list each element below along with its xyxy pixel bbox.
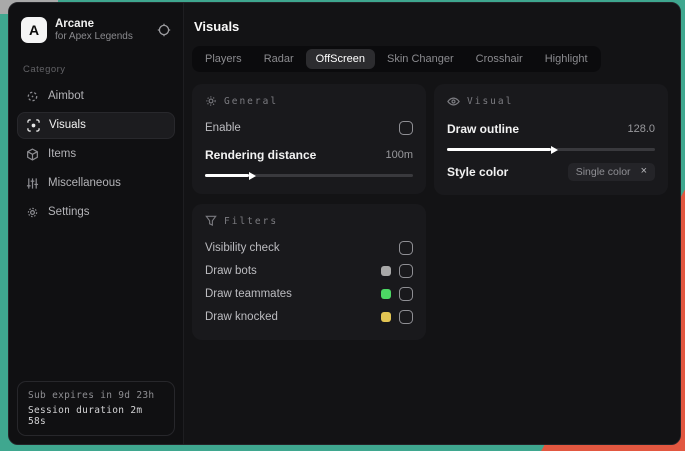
tab-offscreen[interactable]: OffScreen bbox=[305, 49, 375, 69]
draw-outline-slider[interactable] bbox=[447, 145, 655, 154]
brand-subtitle: for Apex Legends bbox=[55, 31, 133, 43]
sidebar: A Arcane for Apex Legends Category Aimbo… bbox=[9, 3, 184, 444]
tab-players[interactable]: Players bbox=[195, 49, 252, 69]
page-title: Visuals bbox=[194, 19, 240, 34]
rendering-distance-value: 100m bbox=[385, 148, 413, 161]
app-window: A Arcane for Apex Legends Category Aimbo… bbox=[8, 2, 681, 445]
draw-bots-color-swatch[interactable] bbox=[381, 265, 391, 276]
sidebar-item-label: Miscellaneous bbox=[48, 177, 121, 190]
tab-crosshair[interactable]: Crosshair bbox=[466, 49, 533, 69]
sidebar-item-aimbot[interactable]: Aimbot bbox=[17, 83, 175, 110]
sidebar-item-items[interactable]: Items bbox=[17, 141, 175, 168]
style-color-select[interactable]: Single color × bbox=[567, 162, 655, 181]
slider-thumb[interactable] bbox=[551, 145, 558, 154]
enable-row: Enable bbox=[205, 117, 413, 138]
draw-knocked-checkbox[interactable] bbox=[399, 309, 413, 324]
scan-eye-icon bbox=[27, 119, 40, 132]
gear-icon bbox=[26, 206, 39, 219]
desktop-background: A Arcane for Apex Legends Category Aimbo… bbox=[0, 0, 685, 451]
visual-panel-title: Visual bbox=[467, 96, 514, 107]
sidebar-item-visuals[interactable]: Visuals bbox=[17, 111, 175, 139]
rendering-distance-label: Rendering distance bbox=[205, 147, 317, 162]
sidebar-item-label: Visuals bbox=[49, 119, 86, 132]
left-column: General Enable Rendering distance 100m F… bbox=[192, 84, 426, 340]
brand-logo: A bbox=[21, 17, 47, 44]
filters-panel: Filters Visibility check Draw bots Draw … bbox=[192, 204, 426, 340]
rendering-distance-row: Rendering distance 100m bbox=[205, 144, 413, 165]
sidebar-nav: Aimbot Visuals Items Miscellaneous Setti… bbox=[17, 83, 175, 226]
clear-icon[interactable]: × bbox=[641, 166, 647, 177]
general-panel-title: General bbox=[224, 95, 279, 107]
enable-checkbox[interactable] bbox=[399, 120, 413, 135]
draw-teammates-color-swatch[interactable] bbox=[381, 288, 391, 299]
brand-text: Arcane for Apex Legends bbox=[55, 17, 149, 44]
slider-thumb[interactable] bbox=[248, 171, 256, 180]
brand-header: A Arcane for Apex Legends bbox=[17, 13, 175, 54]
rendering-distance-slider[interactable] bbox=[205, 171, 413, 180]
brand-name: Arcane bbox=[55, 18, 94, 30]
sidebar-item-label: Items bbox=[48, 148, 77, 161]
style-color-selected-value: Single color bbox=[575, 165, 631, 178]
crosshair-icon bbox=[26, 90, 39, 103]
visibility-check-checkbox[interactable] bbox=[399, 240, 413, 255]
draw-teammates-checkbox[interactable] bbox=[399, 286, 413, 301]
draw-knocked-row: Draw knocked bbox=[205, 306, 413, 327]
visual-panel-header: Visual bbox=[447, 95, 655, 108]
visuals-tabbar: Players Radar OffScreen Skin Changer Cro… bbox=[192, 46, 601, 72]
draw-teammates-label: Draw teammates bbox=[205, 287, 292, 300]
style-color-label: Style color bbox=[447, 164, 509, 179]
tab-skin-changer[interactable]: Skin Changer bbox=[377, 49, 464, 69]
eye-icon bbox=[447, 95, 460, 108]
draw-outline-value: 128.0 bbox=[627, 122, 655, 135]
sidebar-item-label: Settings bbox=[48, 206, 90, 219]
subscription-info-box: Sub expires in 9d 23h Session duration 2… bbox=[17, 381, 175, 436]
funnel-icon bbox=[205, 215, 217, 227]
main-content: Visuals Players Radar OffScreen Skin Cha… bbox=[184, 3, 680, 444]
draw-outline-row: Draw outline 128.0 bbox=[447, 118, 655, 139]
tab-highlight[interactable]: Highlight bbox=[535, 49, 598, 69]
panels-grid: General Enable Rendering distance 100m F… bbox=[192, 84, 668, 340]
draw-knocked-color-swatch[interactable] bbox=[381, 311, 391, 322]
filters-panel-title: Filters bbox=[224, 215, 279, 227]
cube-icon bbox=[26, 148, 39, 161]
sun-gear-icon bbox=[205, 95, 217, 107]
draw-knocked-label: Draw knocked bbox=[205, 310, 278, 323]
visibility-check-row: Visibility check bbox=[205, 237, 413, 258]
style-color-row: Style color Single color × bbox=[447, 161, 655, 182]
filters-panel-header: Filters bbox=[205, 215, 413, 227]
sub-expiry-text: Sub expires in 9d 23h bbox=[28, 390, 155, 401]
slider-fill bbox=[205, 171, 256, 180]
sidebar-item-settings[interactable]: Settings bbox=[17, 199, 175, 226]
tab-radar[interactable]: Radar bbox=[254, 49, 304, 69]
slider-fill bbox=[447, 145, 558, 154]
draw-bots-checkbox[interactable] bbox=[399, 263, 413, 278]
draw-bots-label: Draw bots bbox=[205, 264, 257, 277]
visual-panel: Visual Draw outline 128.0 Style color Si… bbox=[434, 84, 668, 195]
target-icon[interactable] bbox=[157, 23, 171, 37]
general-panel-header: General bbox=[205, 95, 413, 107]
draw-bots-row: Draw bots bbox=[205, 260, 413, 281]
right-column: Visual Draw outline 128.0 Style color Si… bbox=[434, 84, 668, 195]
sliders-icon bbox=[26, 177, 39, 190]
enable-label: Enable bbox=[205, 121, 241, 134]
sidebar-item-label: Aimbot bbox=[48, 90, 84, 103]
visibility-check-label: Visibility check bbox=[205, 241, 280, 254]
draw-teammates-row: Draw teammates bbox=[205, 283, 413, 304]
general-panel: General Enable Rendering distance 100m bbox=[192, 84, 426, 194]
draw-outline-label: Draw outline bbox=[447, 121, 520, 136]
session-duration-text: Session duration 2m 58s bbox=[28, 405, 143, 427]
category-label: Category bbox=[23, 63, 66, 75]
sidebar-item-miscellaneous[interactable]: Miscellaneous bbox=[17, 170, 175, 197]
